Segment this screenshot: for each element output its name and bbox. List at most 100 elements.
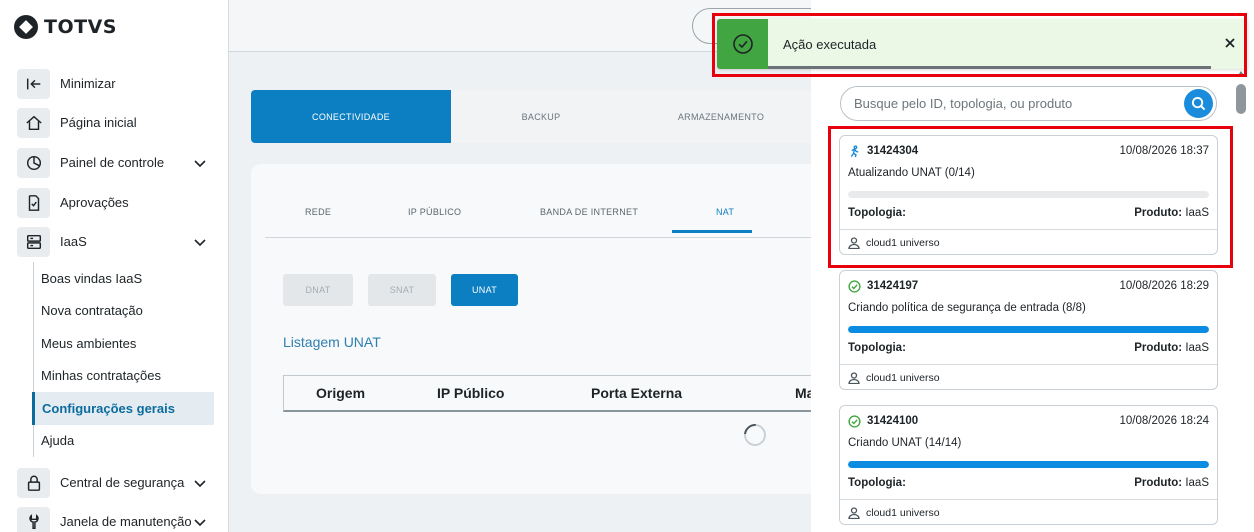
task-meta: Topologia: Produto: IaaS bbox=[848, 207, 1209, 221]
sidebar-item-label: Aprovações bbox=[60, 195, 129, 210]
toast-close-button[interactable] bbox=[1222, 35, 1238, 51]
loading-spinner bbox=[739, 419, 771, 451]
nat-type-snat[interactable]: SNAT bbox=[368, 274, 436, 306]
task-date: 10/08/2026 18:37 bbox=[1119, 145, 1209, 157]
task-meta: Topologia: Produto: IaaS bbox=[848, 477, 1209, 491]
subtab-nat[interactable]: NAT bbox=[716, 188, 734, 236]
product-label: Produto: bbox=[1134, 477, 1183, 489]
sidebar-item-home[interactable]: Página inicial bbox=[17, 107, 214, 139]
active-subtab-indicator bbox=[672, 230, 752, 233]
home-icon bbox=[17, 108, 50, 138]
brand-name: TOTVS bbox=[44, 16, 117, 38]
task-footer: cloud1 universo bbox=[840, 499, 1217, 525]
task-user: cloud1 universo bbox=[866, 236, 940, 249]
task-progress-fill bbox=[848, 326, 1209, 333]
unat-table-header: Origem IP Público Porta Externa Ma bbox=[283, 375, 823, 412]
chevron-down-icon bbox=[192, 514, 208, 530]
submenu-item-new-contract[interactable]: Nova contratação bbox=[34, 295, 214, 328]
product-value: IaaS bbox=[1185, 342, 1209, 354]
submenu-item-general-settings[interactable]: Configurações gerais bbox=[32, 392, 214, 425]
task-card-header: 31424100 10/08/2026 18:24 bbox=[848, 414, 1209, 428]
subtab-internet-bandwidth[interactable]: BANDA DE INTERNET bbox=[540, 188, 638, 236]
check-circle-icon bbox=[848, 414, 861, 428]
task-description: Atualizando UNAT (0/14) bbox=[848, 167, 975, 179]
task-card[interactable]: 31424100 10/08/2026 18:24 Criando UNAT (… bbox=[839, 405, 1218, 525]
toast-timer-bar bbox=[768, 66, 1211, 69]
document-check-icon bbox=[17, 188, 50, 218]
connectivity-card: REDE IP PÚBLICO BANDA DE INTERNET NAT DN… bbox=[251, 164, 823, 494]
task-id: 31424197 bbox=[867, 280, 919, 292]
chevron-down-icon bbox=[192, 234, 208, 250]
product-info: Produto: IaaS bbox=[1134, 477, 1209, 491]
task-description: Criando política de segurança de entrada… bbox=[848, 302, 1086, 314]
task-date: 10/08/2026 18:24 bbox=[1119, 415, 1209, 427]
running-person-icon bbox=[850, 144, 859, 157]
user-icon bbox=[848, 506, 860, 519]
task-date: 10/08/2026 18:29 bbox=[1119, 280, 1209, 292]
success-toast: Ação executada bbox=[717, 19, 1248, 69]
task-description: Criando UNAT (14/14) bbox=[848, 437, 962, 449]
panel-scrollbar[interactable] bbox=[1236, 84, 1246, 114]
close-icon bbox=[1225, 38, 1235, 48]
sidebar-item-label: Central de segurança bbox=[60, 475, 185, 490]
task-card-header: 31424304 10/08/2026 18:37 bbox=[848, 144, 1209, 158]
sidebar: TOTVS Minimizar Página inicial Painel de… bbox=[0, 0, 229, 532]
sidebar-item-security-center[interactable]: Central de segurança bbox=[17, 467, 214, 499]
pie-chart-icon bbox=[17, 148, 50, 178]
topology-label: Topologia: bbox=[848, 207, 906, 219]
task-footer: cloud1 universo bbox=[840, 364, 1217, 390]
task-search-input[interactable] bbox=[854, 87, 1184, 120]
search-button[interactable] bbox=[1184, 89, 1213, 118]
totvs-logo-icon bbox=[14, 15, 38, 39]
sidebar-item-label: Painel de controle bbox=[60, 155, 165, 170]
submenu-item-my-environments[interactable]: Meus ambientes bbox=[34, 327, 214, 360]
product-value: IaaS bbox=[1185, 207, 1209, 219]
product-info: Produto: IaaS bbox=[1134, 342, 1209, 356]
check-circle-icon bbox=[732, 34, 753, 54]
task-card[interactable]: 31424304 10/08/2026 18:37 Atualizando UN… bbox=[839, 135, 1218, 255]
task-footer: cloud1 universo bbox=[840, 229, 1217, 255]
tab-connectivity[interactable]: CONECTIVIDADE bbox=[251, 90, 451, 143]
nat-type-dnat[interactable]: DNAT bbox=[283, 274, 353, 306]
product-info: Produto: IaaS bbox=[1134, 207, 1209, 221]
product-value: IaaS bbox=[1185, 477, 1209, 489]
sidebar-item-maintenance-window[interactable]: Janela de manutenção bbox=[17, 506, 214, 532]
task-progress-bar bbox=[848, 461, 1209, 468]
task-id: 31424100 bbox=[867, 415, 919, 427]
task-progress-fill bbox=[848, 461, 1209, 468]
topology-label: Topologia: bbox=[848, 477, 906, 489]
sidebar-item-dashboard[interactable]: Painel de controle bbox=[17, 147, 214, 179]
product-label: Produto: bbox=[1134, 207, 1183, 219]
sidebar-item-iaas[interactable]: IaaS bbox=[17, 226, 214, 258]
topology-label: Topologia: bbox=[848, 342, 906, 354]
sidebar-item-minimize[interactable]: Minimizar bbox=[17, 68, 214, 100]
submenu-item-help[interactable]: Ajuda bbox=[34, 425, 214, 458]
column-header-public-ip: IP Público bbox=[437, 385, 505, 401]
toast-message: Ação executada bbox=[783, 37, 877, 52]
task-card-header: 31424197 10/08/2026 18:29 bbox=[848, 279, 1209, 293]
task-id: 31424304 bbox=[867, 145, 919, 157]
sidebar-item-approvals[interactable]: Aprovações bbox=[17, 187, 214, 219]
column-header-external-port: Porta Externa bbox=[591, 385, 683, 401]
task-user: cloud1 universo bbox=[866, 371, 940, 384]
nat-type-unat[interactable]: UNAT bbox=[451, 274, 518, 306]
category-tabs: CONECTIVIDADE BACKUP ARMAZENAMENTO bbox=[251, 90, 811, 143]
task-card[interactable]: 31424197 10/08/2026 18:29 Criando políti… bbox=[839, 270, 1218, 390]
column-header-origin: Origem bbox=[316, 385, 366, 401]
submenu-item-welcome[interactable]: Boas vindas IaaS bbox=[34, 262, 214, 295]
product-label: Produto: bbox=[1134, 342, 1183, 354]
subtab-network[interactable]: REDE bbox=[305, 188, 331, 236]
tab-storage[interactable]: ARMAZENAMENTO bbox=[631, 90, 811, 143]
submenu-item-my-contracts[interactable]: Minhas contratações bbox=[34, 360, 214, 393]
lock-icon bbox=[17, 468, 50, 498]
server-icon bbox=[17, 227, 50, 257]
scroll-up-arrow-icon[interactable] bbox=[1236, 70, 1246, 78]
tab-backup[interactable]: BACKUP bbox=[451, 90, 631, 143]
iaas-submenu: Boas vindas IaaS Nova contratação Meus a… bbox=[32, 262, 214, 458]
sidebar-item-label: Página inicial bbox=[60, 115, 137, 130]
user-icon bbox=[848, 371, 860, 384]
list-title: Listagem UNAT bbox=[283, 334, 381, 350]
subtab-public-ip[interactable]: IP PÚBLICO bbox=[408, 188, 461, 236]
totvs-logo[interactable]: TOTVS bbox=[14, 14, 117, 40]
task-progress-bar bbox=[848, 326, 1209, 333]
